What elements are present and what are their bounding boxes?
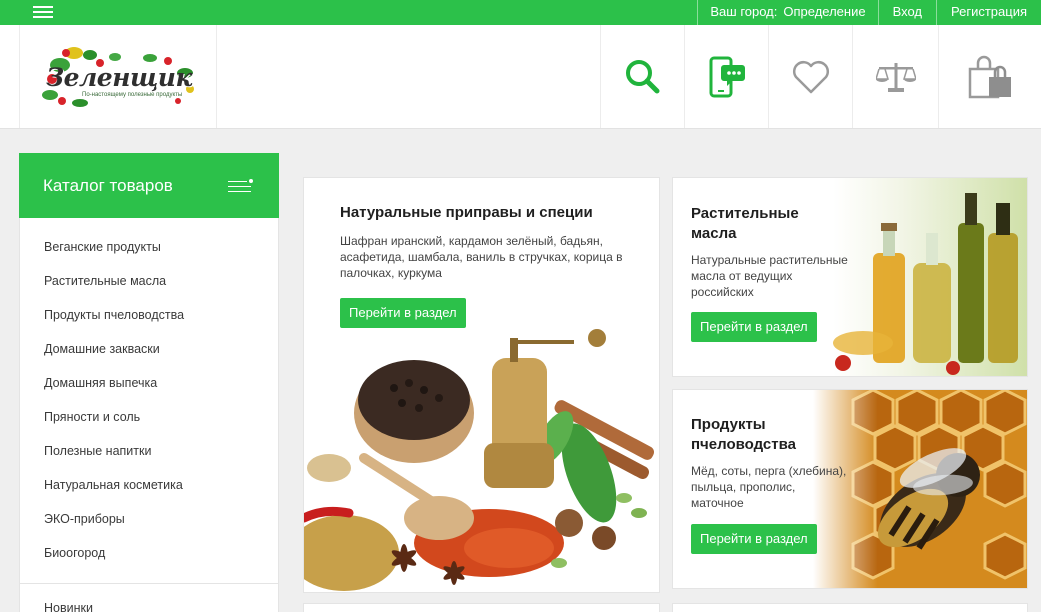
catalog-item-oils[interactable]: Растительные масла	[20, 264, 278, 298]
oils-image	[833, 178, 1027, 376]
category-card-spices: Натуральные приправы и специи Шафран ира…	[303, 177, 660, 593]
contacts-button[interactable]	[684, 25, 768, 128]
logo-tagline: По-настоящему полезные продукты	[82, 92, 183, 98]
compare-button[interactable]	[852, 25, 938, 128]
card-description: Натуральные растительные масла от ведущи…	[691, 253, 848, 299]
card-description: Мёд, соты, перга (хлебина), пыльца, проп…	[691, 464, 847, 510]
city-label: Ваш город:	[710, 4, 778, 19]
scales-icon	[875, 62, 916, 92]
logo: Зеленщик По-настоящему полезные продукты	[40, 43, 198, 109]
search-icon	[625, 59, 659, 93]
category-card-partial	[303, 603, 660, 612]
catalog-item-cosmetics[interactable]: Натуральная косметика	[20, 468, 278, 502]
phone-chat-icon	[709, 56, 745, 97]
city-value[interactable]: Определение	[783, 0, 865, 25]
go-to-section-button[interactable]: Перейти в раздел	[340, 298, 466, 328]
go-to-section-button[interactable]: Перейти в раздел	[691, 312, 817, 342]
catalog-divider	[20, 583, 278, 584]
category-card-partial	[672, 603, 1028, 612]
catalog-item-vegan[interactable]: Веганские продукты	[20, 230, 278, 264]
catalog-item-starters[interactable]: Домашние закваски	[20, 332, 278, 366]
favorites-button[interactable]	[768, 25, 852, 128]
catalog-menu-icon	[228, 179, 254, 193]
heart-icon	[792, 60, 829, 93]
catalog-item-drinks[interactable]: Полезные напитки	[20, 434, 278, 468]
catalog-header[interactable]: Каталог товаров	[19, 153, 279, 218]
card-title: Натуральные приправы и специи	[340, 204, 593, 221]
category-card-oils: Растительные масла Натуральные раститель…	[672, 177, 1028, 377]
logo-link[interactable]: Зеленщик По-настоящему полезные продукты	[19, 25, 217, 128]
spices-image	[304, 329, 655, 591]
card-title: Растительные масла	[691, 205, 799, 242]
category-card-bee-products: Продукты пчеловодства Мёд, соты, перга (…	[672, 389, 1028, 589]
shopping-bag-icon	[968, 55, 1011, 98]
site-header: Зеленщик По-настоящему полезные продукты	[0, 25, 1041, 129]
card-title: Продукты пчеловодства	[691, 416, 796, 453]
header-icons	[600, 25, 1041, 128]
catalog-title: Каталог товаров	[43, 176, 173, 195]
cart-button[interactable]	[938, 25, 1041, 128]
go-to-section-button[interactable]: Перейти в раздел	[691, 524, 817, 554]
catalog-list: Веганские продукты Растительные масла Пр…	[19, 218, 279, 612]
top-nav: Ваш город: Определение Вход Регистрация	[697, 0, 1041, 25]
catalog-item-bio-garden[interactable]: Биоогород	[20, 536, 278, 570]
catalog-item-eco-devices[interactable]: ЭКО-приборы	[20, 502, 278, 536]
catalog-item-new[interactable]: Новинки	[44, 601, 93, 612]
logo-text: Зеленщик	[46, 63, 192, 92]
login-link[interactable]: Вход	[877, 0, 936, 25]
register-link[interactable]: Регистрация	[936, 0, 1041, 25]
city-selector[interactable]: Ваш город: Определение	[697, 0, 877, 25]
card-description: Шафран иранский, кардамон зелёный, бадья…	[340, 234, 623, 280]
catalog-item-baking[interactable]: Домашняя выпечка	[20, 366, 278, 400]
catalog-item-spices-salt[interactable]: Пряности и соль	[20, 400, 278, 434]
search-button[interactable]	[600, 25, 684, 128]
hamburger-menu-icon[interactable]	[33, 6, 53, 19]
top-bar: Ваш город: Определение Вход Регистрация	[0, 0, 1041, 25]
catalog-item-bee-products[interactable]: Продукты пчеловодства	[20, 298, 278, 332]
